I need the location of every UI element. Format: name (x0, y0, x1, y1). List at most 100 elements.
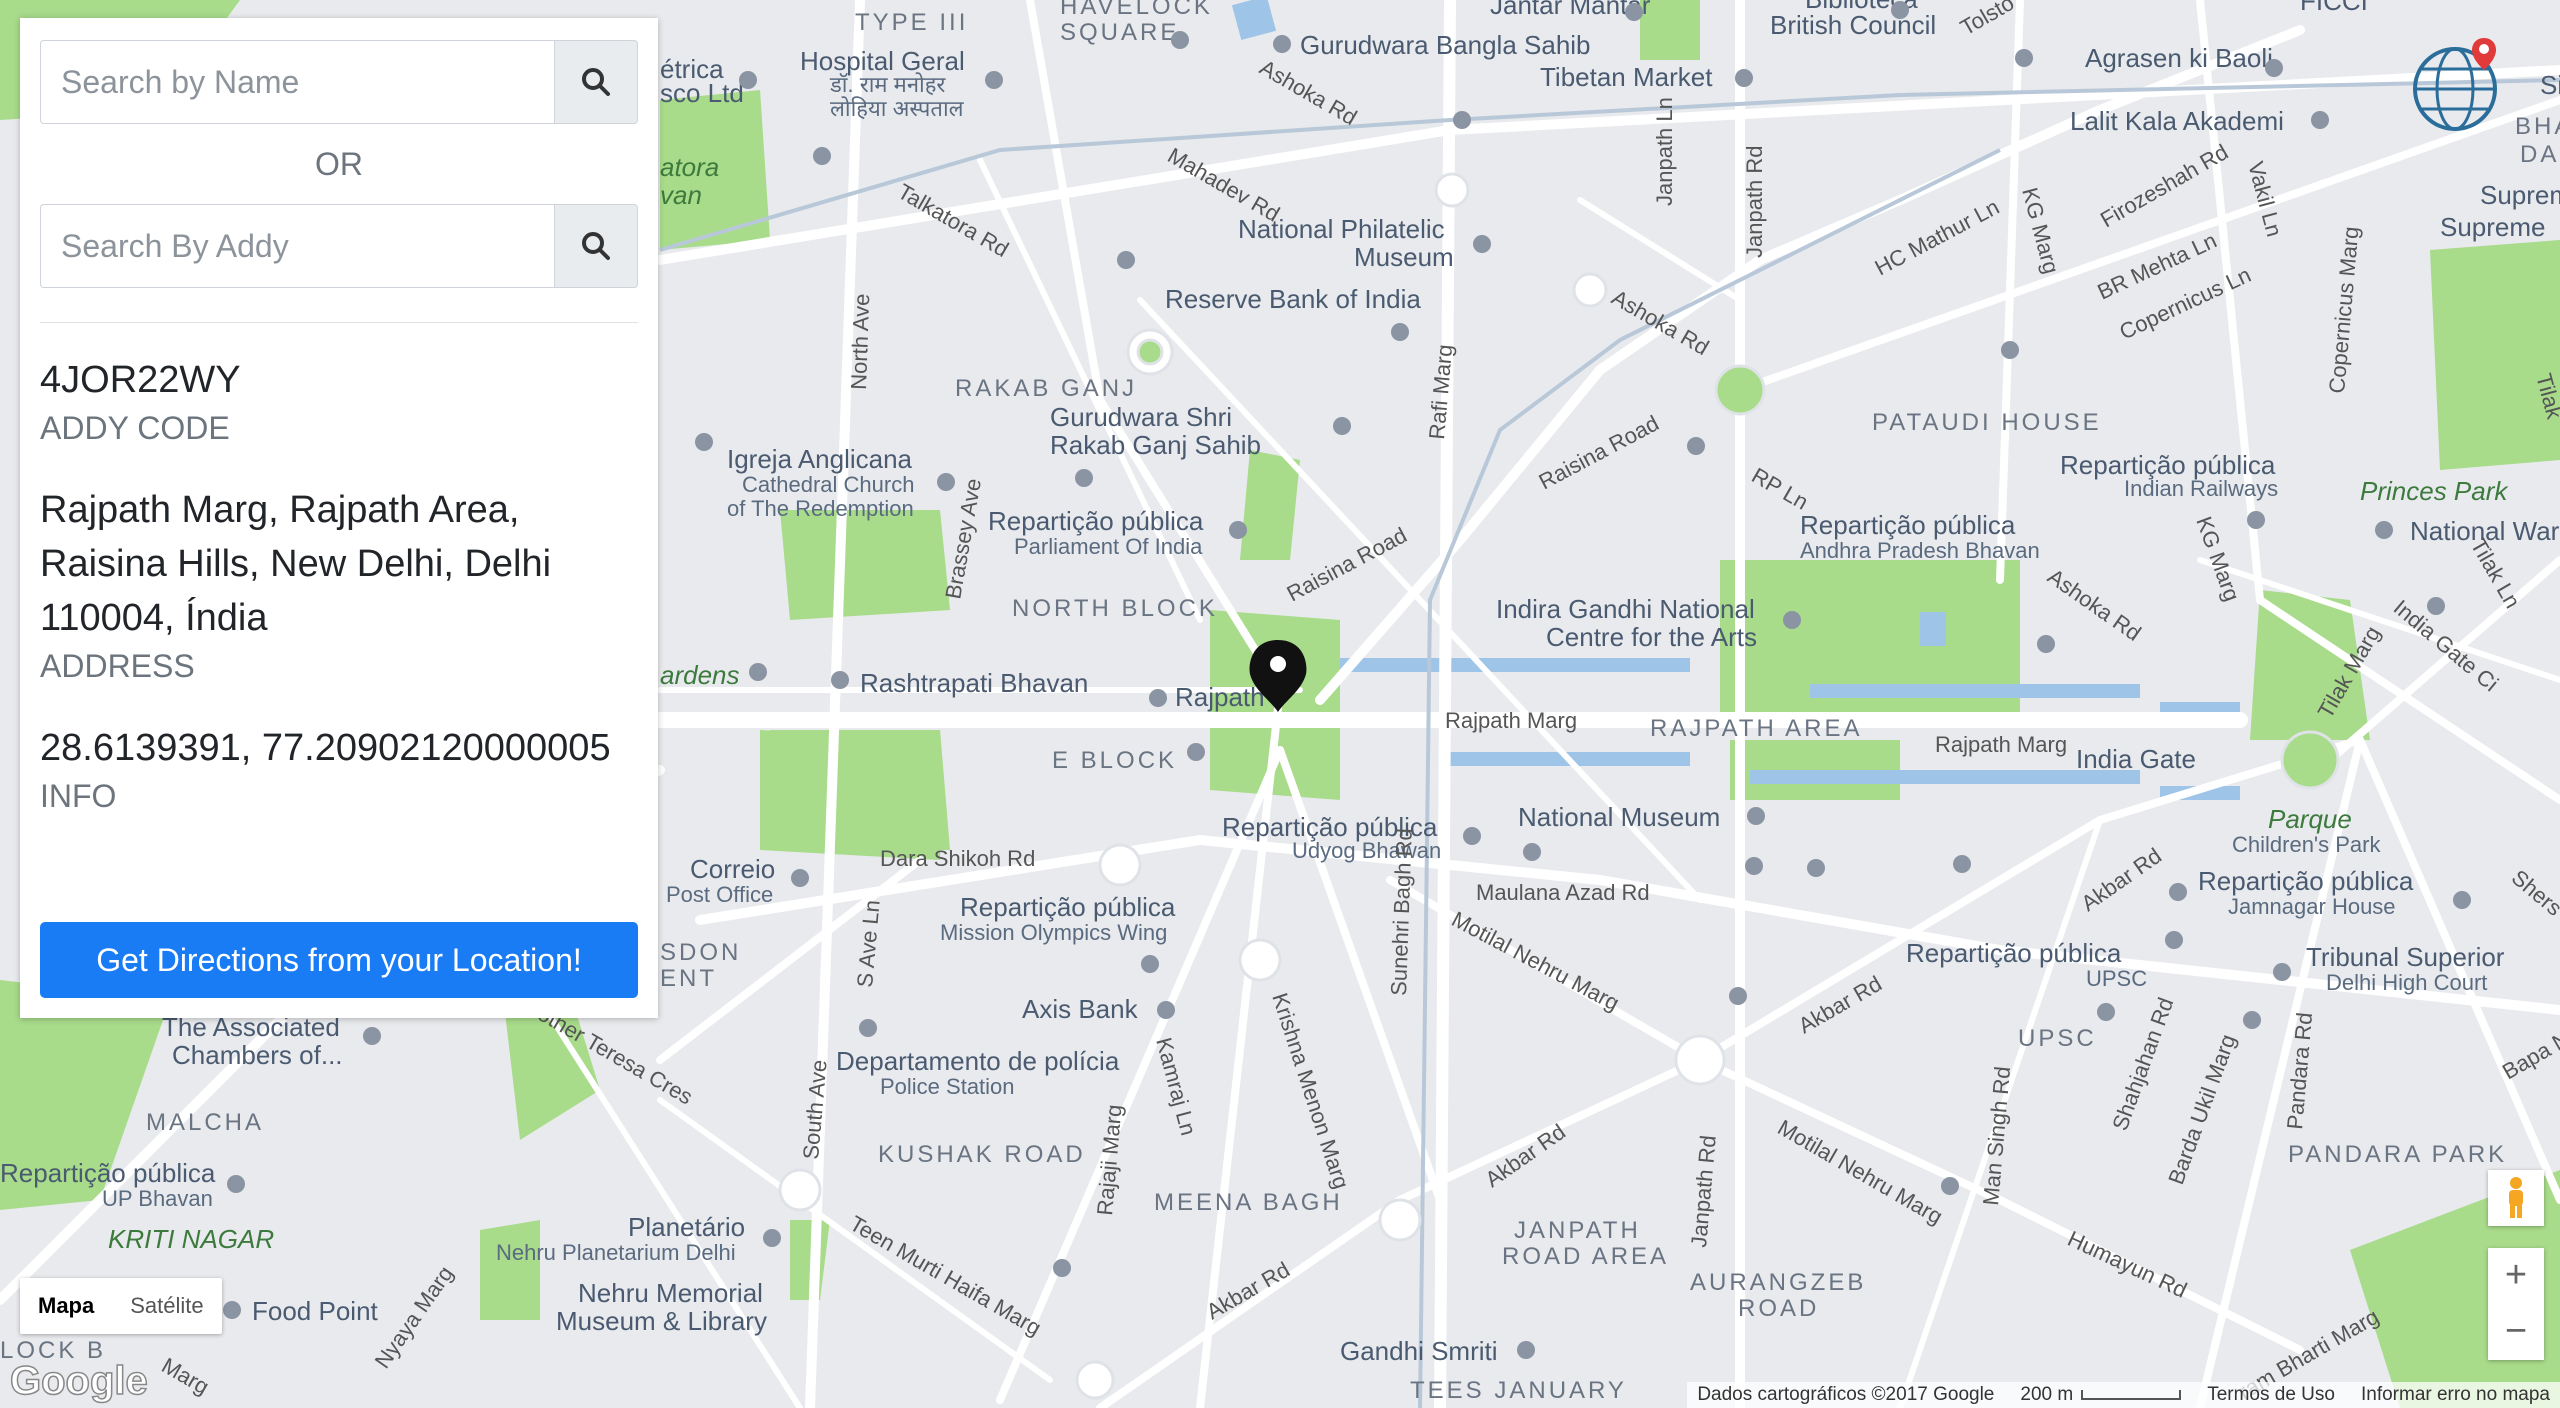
name-search-group (40, 40, 638, 124)
map-data-attribution: Dados cartográficos ©2017 Google (1697, 1384, 1995, 1405)
svg-text:Rajpath: Rajpath (1175, 682, 1265, 712)
terms-link[interactable]: Termos de Uso (2207, 1384, 2335, 1406)
map-scale-label: 200 m (2020, 1384, 2074, 1405)
svg-text:Agrasen ki Baoli: Agrasen ki Baoli (2085, 43, 2273, 73)
search-icon (582, 232, 610, 260)
svg-text:Nehru Planetarium Delhi: Nehru Planetarium Delhi (496, 1240, 736, 1265)
svg-text:Repartição pública: Repartição pública (2198, 866, 2414, 896)
svg-text:Nehru Memorial: Nehru Memorial (578, 1278, 763, 1308)
address-line: Raisina Hills, New Delhi, Delhi (40, 543, 552, 585)
svg-text:Maulana Azad Rd: Maulana Azad Rd (1476, 880, 1650, 905)
svg-text:Repartição pública: Repartição pública (1906, 938, 2122, 968)
svg-text:Repartição pública: Repartição pública (960, 892, 1176, 922)
svg-text:लोहिया अस्पताल: लोहिया अस्पताल (830, 96, 965, 121)
svg-text:Repartição pública: Repartição pública (988, 506, 1204, 536)
svg-text:PANDARA PARK: PANDARA PARK (2288, 1141, 2507, 1168)
map-type-control: Mapa Satélite (20, 1278, 222, 1334)
svg-text:Museum: Museum (1354, 242, 1454, 272)
svg-text:Supreme: Supreme (2480, 180, 2560, 210)
addy-code-label: ADDY CODE (40, 410, 230, 446)
svg-text:Children's Park: Children's Park (2232, 832, 2381, 857)
svg-text:Indira Gandhi National: Indira Gandhi National (1496, 594, 1755, 624)
svg-text:Planetário: Planetário (628, 1212, 745, 1242)
svg-text:Supreme: Supreme (2440, 212, 2546, 242)
svg-text:Rajpath Marg: Rajpath Marg (1935, 732, 2067, 757)
street-view-pegman[interactable] (2488, 1170, 2544, 1226)
svg-text:KUSHAK ROAD: KUSHAK ROAD (878, 1141, 1086, 1168)
svg-text:Lalit Kala Akademi: Lalit Kala Akademi (2070, 106, 2284, 136)
svg-text:Police Station: Police Station (880, 1074, 1015, 1099)
svg-text:Rakab Ganj Sahib: Rakab Ganj Sahib (1050, 430, 1261, 460)
svg-text:Departamento de polícia: Departamento de polícia (836, 1046, 1120, 1076)
addy-search-input[interactable] (40, 204, 554, 288)
svg-text:Sikand: Sikand (2540, 70, 2560, 100)
svg-text:RAKAB GANJ: RAKAB GANJ (955, 375, 1137, 402)
svg-text:Axis Bank: Axis Bank (1022, 994, 1139, 1024)
svg-text:DAS: DAS (2520, 141, 2560, 168)
svg-text:Rashtrapati Bhavan: Rashtrapati Bhavan (860, 668, 1088, 698)
map-type-satellite-button[interactable]: Satélite (112, 1278, 221, 1334)
svg-text:Delhi High Court: Delhi High Court (2326, 970, 2487, 995)
svg-text:AURANGZEB: AURANGZEB (1690, 1269, 1866, 1296)
svg-text:RAJPATH AREA: RAJPATH AREA (1650, 715, 1862, 742)
svg-text:JANPATH: JANPATH (1514, 1217, 1641, 1244)
svg-text:van: van (660, 180, 702, 210)
svg-text:Gandhi Smriti: Gandhi Smriti (1340, 1336, 1498, 1366)
name-search-input[interactable] (40, 40, 554, 124)
panel-divider (40, 322, 638, 323)
svg-text:UPSC: UPSC (2086, 966, 2147, 991)
svg-text:Reserve Bank of India: Reserve Bank of India (1165, 284, 1421, 314)
svg-text:Rajpath Marg: Rajpath Marg (1445, 708, 1577, 733)
zoom-in-button[interactable]: + (2488, 1248, 2544, 1304)
address-line: 110004, Índia (40, 597, 268, 639)
map-scale[interactable]: 200 m (2020, 1384, 2182, 1406)
addy-search-button[interactable] (554, 204, 638, 288)
svg-text:India Gate: India Gate (2076, 744, 2196, 774)
svg-text:Food Point: Food Point (252, 1296, 379, 1326)
svg-text:Dara Shikoh Rd: Dara Shikoh Rd (880, 846, 1035, 871)
svg-text:atora: atora (660, 152, 719, 182)
svg-text:SDON: SDON (660, 939, 741, 966)
svg-text:Parliament Of India: Parliament Of India (1014, 534, 1203, 559)
svg-text:Udyog Bhawan: Udyog Bhawan (1292, 838, 1441, 863)
svg-text:Repartição pública: Repartição pública (0, 1158, 216, 1188)
map-footer: Dados cartográficos ©2017 Google 200 m T… (1687, 1382, 2560, 1408)
svg-text:Chambers of...: Chambers of... (172, 1040, 343, 1070)
coordinates-value: 28.6139391, 77.20902120000005 (40, 727, 611, 769)
zoom-control: + − (2488, 1248, 2544, 1360)
svg-text:PATAUDI HOUSE: PATAUDI HOUSE (1872, 409, 2102, 436)
svg-text:Correio: Correio (690, 854, 775, 884)
name-search-button[interactable] (554, 40, 638, 124)
svg-text:डॉ. राम मनोहर: डॉ. राम मनोहर (829, 72, 946, 97)
search-panel: OR 4JOR22WY ADDY CODE Rajpath Marg, Rajp… (20, 18, 658, 1018)
svg-text:Princes Park: Princes Park (2360, 476, 2509, 506)
addy-search-group (40, 204, 638, 288)
svg-text:KRITI NAGAR: KRITI NAGAR (108, 1224, 274, 1254)
svg-text:Cathedral Church: Cathedral Church (742, 472, 914, 497)
svg-text:SQUARE: SQUARE (1060, 19, 1179, 46)
svg-text:UPSC: UPSC (2018, 1025, 2097, 1052)
svg-text:Indian Railways: Indian Railways (2124, 476, 2278, 501)
addy-code-value: 4JOR22WY (40, 359, 241, 401)
get-directions-button[interactable]: Get Directions from your Location! (40, 922, 638, 998)
svg-text:Post Office: Post Office (666, 882, 773, 907)
svg-text:Parque: Parque (2268, 804, 2352, 834)
svg-text:E BLOCK: E BLOCK (1052, 747, 1177, 774)
svg-text:Jamnagar House: Jamnagar House (2228, 894, 2396, 919)
globe-logo-icon (2410, 34, 2520, 149)
svg-text:North Ave: North Ave (846, 293, 874, 390)
zoom-out-button[interactable]: − (2488, 1304, 2544, 1360)
map-type-map-button[interactable]: Mapa (20, 1278, 112, 1334)
svg-text:ROAD AREA: ROAD AREA (1502, 1243, 1669, 1270)
svg-text:Museum & Library: Museum & Library (556, 1306, 767, 1336)
svg-text:MEENA BAGH: MEENA BAGH (1154, 1189, 1343, 1216)
svg-text:UP Bhavan: UP Bhavan (102, 1186, 213, 1211)
report-error-link[interactable]: Informar erro no mapa (2361, 1384, 2550, 1406)
svg-text:sco Ltd: sco Ltd (660, 78, 744, 108)
svg-text:Gurudwara Shri: Gurudwara Shri (1050, 402, 1232, 432)
svg-text:Tibetan Market: Tibetan Market (1540, 62, 1713, 92)
svg-text:Mission Olympics Wing: Mission Olympics Wing (940, 920, 1167, 945)
svg-text:of The Redemption: of The Redemption (727, 496, 914, 521)
svg-text:Centre for the Arts: Centre for the Arts (1546, 622, 1757, 652)
address-line: Rajpath Marg, Rajpath Area, (40, 489, 520, 531)
